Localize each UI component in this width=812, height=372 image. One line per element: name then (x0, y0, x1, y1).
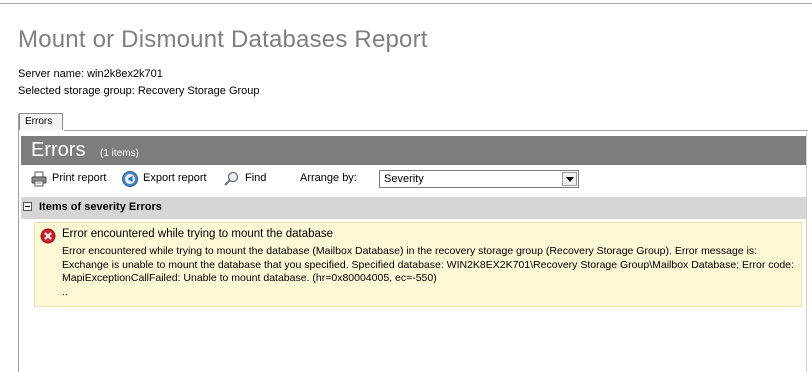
error-heading: Error encountered while trying to mount … (62, 228, 334, 240)
tab-strip-border (64, 130, 808, 131)
chevron-down-icon[interactable] (562, 172, 577, 186)
collapse-icon[interactable] (23, 202, 32, 211)
severity-group-header[interactable]: Items of severity Errors (21, 197, 806, 219)
magnifier-icon (224, 171, 239, 186)
export-report-label: Export report (143, 172, 207, 184)
tab-errors[interactable]: Errors (19, 113, 63, 130)
banner-title: Errors (31, 139, 86, 161)
server-name-line: Server name: win2k8ex2k701 (18, 68, 163, 80)
severity-group-title: Items of severity Errors (39, 201, 162, 213)
errors-banner: Errors (1 items) (21, 136, 806, 165)
pane-border-left (18, 114, 19, 372)
pane-border-right (806, 130, 807, 372)
banner-item-count: (1 items) (100, 148, 139, 159)
arrange-by-label: Arrange by: (300, 172, 357, 184)
error-message: Error encountered while trying to mount … (62, 245, 794, 284)
error-list-item[interactable]: Error encountered while trying to mount … (34, 222, 802, 307)
printer-icon (31, 171, 47, 187)
error-ellipsis: .. (62, 286, 68, 298)
export-icon (122, 171, 138, 187)
toolbar: Print report Export report Find Arrange … (21, 168, 806, 192)
find-label: Find (245, 172, 267, 184)
error-icon (40, 228, 56, 244)
page-title: Mount or Dismount Databases Report (18, 26, 428, 53)
print-report-label: Print report (52, 172, 107, 184)
storage-group-line: Selected storage group: Recovery Storage… (18, 85, 260, 97)
top-divider (0, 3, 812, 4)
arrange-by-value: Severity (384, 173, 424, 185)
arrange-by-select[interactable]: Severity (379, 170, 579, 188)
